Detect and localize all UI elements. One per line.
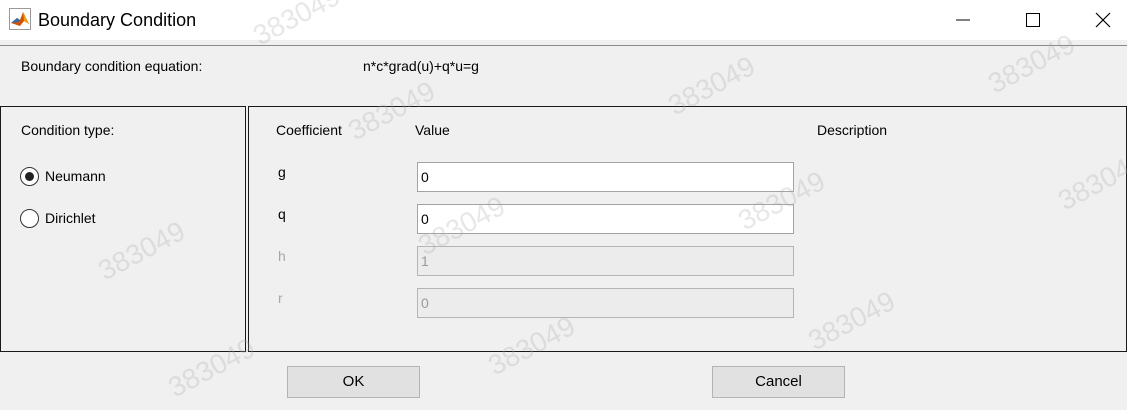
coefficient-header: Coefficient <box>276 122 342 138</box>
close-button[interactable] <box>1080 0 1126 40</box>
description-header: Description <box>817 122 888 138</box>
neumann-label: Neumann <box>45 168 106 184</box>
condition-type-panel <box>0 106 246 352</box>
condition-type-label: Condition type: <box>21 122 115 138</box>
r-value-field: 0 <box>417 288 794 318</box>
window-title: Boundary Condition <box>38 10 197 30</box>
q-value-field[interactable]: 0 <box>417 204 794 234</box>
coefficient-r-label: r <box>278 290 283 306</box>
coefficient-g-label: g <box>278 164 286 180</box>
equation-value: n*c*grad(u)+q*u=g <box>363 58 479 74</box>
value-header: Value <box>415 122 450 138</box>
cancel-button[interactable]: Cancel <box>712 366 845 398</box>
title-separator <box>0 45 1127 46</box>
minimize-button[interactable] <box>940 0 986 40</box>
radio-selected-icon[interactable] <box>20 167 39 186</box>
title-bar: Boundary Condition <box>0 0 1127 40</box>
h-value-field: 1 <box>417 246 794 276</box>
g-value-field[interactable]: 0 <box>417 162 794 192</box>
coefficient-h-label: h <box>278 248 286 264</box>
equation-label: Boundary condition equation: <box>21 58 203 74</box>
dirichlet-label: Dirichlet <box>45 210 96 226</box>
radio-unselected-icon[interactable] <box>20 209 39 228</box>
ok-button[interactable]: OK <box>287 366 420 398</box>
maximize-button[interactable] <box>1010 0 1056 40</box>
coefficient-q-label: q <box>278 206 286 222</box>
matlab-logo-icon <box>9 8 31 30</box>
